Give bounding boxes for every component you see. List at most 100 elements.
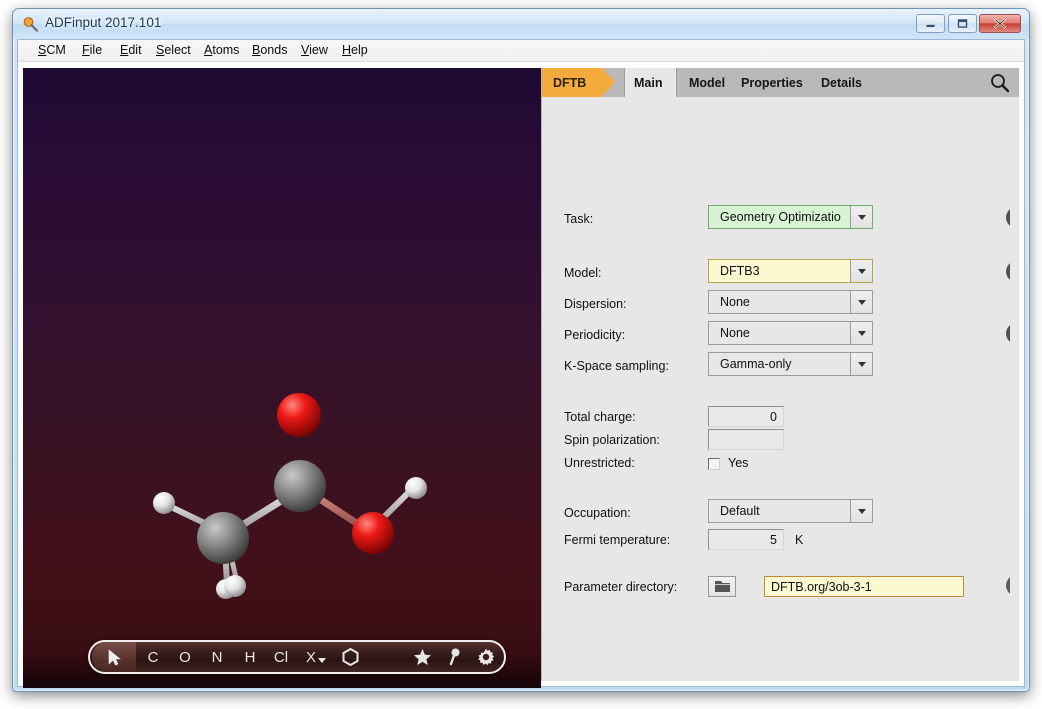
module-tag-arrow-icon bbox=[602, 68, 615, 96]
chevron-down-icon[interactable] bbox=[850, 322, 872, 344]
gear-icon bbox=[478, 648, 495, 666]
menu-file[interactable]: File bbox=[80, 43, 104, 57]
oxygen-tool-label: O bbox=[179, 648, 191, 666]
model-dropdown[interactable]: DFTB3 bbox=[708, 259, 873, 283]
atom-carbon bbox=[274, 460, 326, 512]
fermi-temperature-input[interactable]: 5 bbox=[708, 529, 784, 550]
tab-main-label: Main bbox=[634, 75, 663, 90]
total-charge-label: Total charge: bbox=[564, 410, 636, 424]
title-bar: ADFinput 2017.101 bbox=[13, 9, 1029, 39]
parameter-directory-label: Parameter directory: bbox=[564, 580, 678, 594]
task-dropdown[interactable]: Geometry Optimizatio bbox=[708, 205, 873, 229]
kspace-dropdown[interactable]: Gamma-only bbox=[708, 352, 873, 376]
minimize-button[interactable] bbox=[916, 14, 945, 33]
task-label: Task: bbox=[564, 212, 594, 226]
wand-tool[interactable] bbox=[440, 642, 468, 672]
settings-form: Task: Geometry Optimizatio Model: DFTB3 bbox=[542, 97, 1010, 681]
search-button[interactable] bbox=[989, 72, 1011, 94]
fermi-temperature-value: 5 bbox=[770, 532, 777, 547]
occupation-dropdown[interactable]: Default bbox=[708, 499, 873, 523]
chlorine-tool[interactable]: Cl bbox=[267, 642, 295, 672]
carbon-tool[interactable]: C bbox=[140, 642, 166, 672]
tab-details-label: Details bbox=[821, 75, 862, 90]
tab-model-label: Model bbox=[689, 75, 726, 90]
tab-main[interactable]: Main bbox=[624, 68, 677, 97]
fermi-temperature-unit: K bbox=[795, 533, 804, 547]
menu-atoms[interactable]: Atoms bbox=[202, 43, 241, 57]
spin-polarization-input[interactable] bbox=[708, 429, 784, 450]
model-label: Model: bbox=[564, 266, 602, 280]
menu-help[interactable]: Help bbox=[340, 43, 370, 57]
chlorine-tool-label: Cl bbox=[273, 648, 289, 666]
parameter-directory-browse-button[interactable] bbox=[708, 576, 736, 597]
atom-hydrogen bbox=[224, 575, 246, 597]
oxygen-tool[interactable]: O bbox=[172, 642, 198, 672]
unrestricted-label: Unrestricted: bbox=[564, 456, 635, 470]
molecule-3d-viewport[interactable]: C O N H Cl X bbox=[23, 68, 541, 688]
maximize-button[interactable] bbox=[948, 14, 977, 33]
favorites-tool[interactable] bbox=[408, 642, 436, 672]
kspace-label: K-Space sampling: bbox=[564, 359, 669, 373]
dispersion-label: Dispersion: bbox=[564, 297, 627, 311]
dispersion-dropdown[interactable]: None bbox=[708, 290, 873, 314]
tab-bar: DFTB Main Model Properties Details bbox=[542, 68, 1019, 97]
menu-bonds[interactable]: Bonds bbox=[250, 43, 289, 57]
menu-select[interactable]: Select bbox=[154, 43, 193, 57]
benzene-ring-icon bbox=[342, 648, 358, 666]
chevron-down-icon[interactable] bbox=[850, 291, 872, 313]
cursor-arrow-icon bbox=[108, 648, 121, 665]
folder-icon bbox=[714, 581, 730, 592]
chevron-down-icon[interactable] bbox=[850, 260, 872, 282]
hydrogen-tool[interactable]: H bbox=[237, 642, 263, 672]
total-charge-value: 0 bbox=[770, 409, 777, 424]
hydrogen-tool-label: H bbox=[244, 648, 256, 666]
atom-oxygen bbox=[277, 393, 321, 437]
other-element-tool[interactable]: X bbox=[299, 642, 333, 672]
atom-hydrogen bbox=[405, 477, 427, 499]
close-button[interactable] bbox=[979, 14, 1021, 33]
menu-edit[interactable]: Edit bbox=[118, 43, 144, 57]
ring-tool[interactable] bbox=[336, 642, 364, 672]
window-client-area: SCM File Edit Select Atoms Bonds View He… bbox=[17, 39, 1025, 688]
atom-hydrogen bbox=[153, 492, 175, 514]
unrestricted-checkbox[interactable] bbox=[708, 458, 720, 470]
tab-model[interactable]: Model bbox=[680, 68, 734, 97]
module-tag-label: DFTB bbox=[553, 75, 587, 90]
chevron-down-icon[interactable] bbox=[850, 500, 872, 522]
total-charge-input[interactable]: 0 bbox=[708, 406, 784, 427]
panel-scrollbar[interactable] bbox=[1010, 97, 1019, 681]
magnifier-icon bbox=[22, 16, 39, 33]
module-tag-dftb[interactable]: DFTB bbox=[542, 68, 602, 97]
menu-view[interactable]: View bbox=[299, 43, 330, 57]
molecule-rendering bbox=[153, 393, 427, 599]
task-value: Geometry Optimizatio bbox=[709, 206, 850, 228]
tab-properties-label: Properties bbox=[741, 75, 803, 90]
menu-bar: SCM File Edit Select Atoms Bonds View He… bbox=[18, 40, 1024, 62]
atom-carbon bbox=[197, 512, 249, 564]
chevron-down-icon[interactable] bbox=[850, 206, 872, 228]
window-title: ADFinput 2017.101 bbox=[45, 15, 162, 30]
star-icon bbox=[413, 649, 431, 665]
parameter-directory-value: DFTB.org/3ob-3-1 bbox=[771, 579, 872, 594]
tab-properties[interactable]: Properties bbox=[732, 68, 812, 97]
kspace-value: Gamma-only bbox=[720, 357, 792, 371]
chevron-down-icon bbox=[318, 657, 326, 663]
fermi-temperature-label: Fermi temperature: bbox=[564, 533, 671, 547]
periodicity-label: Periodicity: bbox=[564, 328, 626, 342]
molecule-edit-toolbar: C O N H Cl X bbox=[88, 640, 506, 674]
select-cursor-tool[interactable] bbox=[92, 642, 136, 672]
occupation-label: Occupation: bbox=[564, 506, 631, 520]
tab-details[interactable]: Details bbox=[812, 68, 871, 97]
dispersion-value: None bbox=[720, 295, 750, 309]
settings-panel: DFTB Main Model Properties Details Task:… bbox=[541, 68, 1019, 681]
nitrogen-tool[interactable]: N bbox=[204, 642, 230, 672]
spin-polarization-label: Spin polarization: bbox=[564, 433, 660, 447]
atom-oxygen bbox=[352, 512, 394, 554]
menu-scm[interactable]: SCM bbox=[36, 43, 68, 57]
chevron-down-icon[interactable] bbox=[850, 353, 872, 375]
settings-tool[interactable] bbox=[472, 642, 500, 672]
periodicity-dropdown[interactable]: None bbox=[708, 321, 873, 345]
model-value: DFTB3 bbox=[709, 260, 850, 282]
other-element-tool-label: X bbox=[305, 648, 316, 666]
parameter-directory-input[interactable]: DFTB.org/3ob-3-1 bbox=[764, 576, 964, 597]
